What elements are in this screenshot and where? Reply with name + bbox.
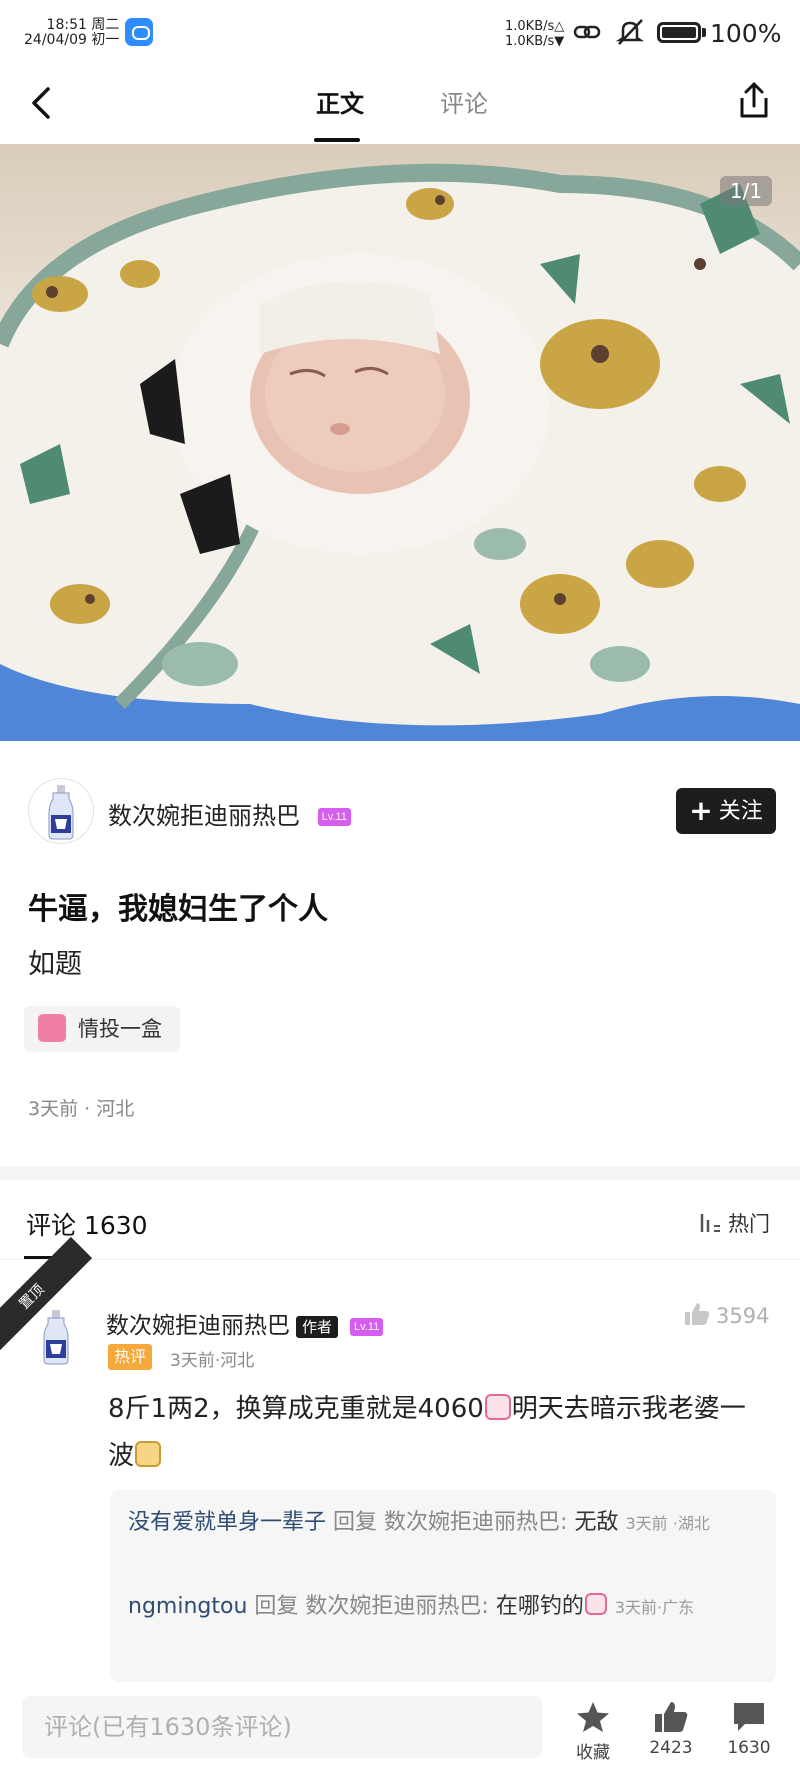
bottom-bar: 评论(已有1630条评论) 收藏 2423 1630 xyxy=(0,1690,800,1777)
reply-target: 数次婉拒迪丽热巴: xyxy=(384,1510,568,1535)
hot-comment-tag: 热评 xyxy=(108,1344,153,1370)
star-icon xyxy=(577,1702,609,1732)
like-count: 2423 xyxy=(649,1738,693,1758)
post-title: 牛逼，我媳妇生了个人 xyxy=(28,892,328,927)
reply-meta: 3天前·广东 xyxy=(614,1598,695,1617)
reply-list[interactable]: 没有爱就单身一辈子 回复 数次婉拒迪丽热巴: 无敌 3天前 ·湖北 ngming… xyxy=(110,1490,776,1682)
comment-meta: 3天前·河北 xyxy=(170,1351,255,1371)
reply-word: 回复 xyxy=(333,1510,378,1535)
tab-indicator xyxy=(314,138,360,142)
comments-count-title: 评论 1630 xyxy=(26,1211,148,1240)
link-icon xyxy=(573,25,601,39)
smile-emoji-icon xyxy=(584,1593,607,1615)
top-nav: 正文 评论 xyxy=(0,68,800,144)
follow-label: 关注 xyxy=(718,799,763,824)
follow-button[interactable]: + 关注 xyxy=(676,788,776,834)
comment-like-count: 3594 xyxy=(716,1304,770,1328)
blush-emoji-icon xyxy=(484,1393,511,1420)
topic-label: 情投一盒 xyxy=(78,1017,162,1041)
sort-toggle[interactable]: 热门 xyxy=(698,1208,770,1238)
mute-icon xyxy=(615,19,645,45)
commenter-level-badge: Lv.11 xyxy=(350,1317,384,1336)
reply-meta: 3天前 ·湖北 xyxy=(625,1514,710,1533)
back-icon[interactable] xyxy=(22,83,62,123)
reply-word: 回复 xyxy=(254,1594,299,1619)
comment-like-button[interactable]: 3594 xyxy=(684,1303,770,1329)
author-name-text: 数次婉拒迪丽热巴 xyxy=(108,802,300,830)
author-name[interactable]: 数次婉拒迪丽热巴 Lv.11 xyxy=(108,796,351,831)
sort-icon xyxy=(700,1214,720,1232)
reply-target: 数次婉拒迪丽热巴: xyxy=(305,1594,489,1619)
photo-counter: 1/1 xyxy=(720,176,772,206)
comment-text-part1: 8斤1两2，换算成克重就是4060 xyxy=(108,1394,484,1424)
collect-button[interactable]: 收藏 xyxy=(558,1700,628,1763)
section-divider xyxy=(0,1166,800,1180)
author-row: 数次婉拒迪丽热巴 Lv.11 + 关注 xyxy=(0,772,800,852)
reply-text: 在哪钓的 xyxy=(495,1594,584,1619)
battery-percent: 100% xyxy=(710,19,782,48)
commenter-avatar[interactable] xyxy=(24,1304,88,1368)
level-badge: Lv.11 xyxy=(317,808,351,826)
author-tag: 作者 xyxy=(296,1315,339,1338)
reply-text: 无敌 xyxy=(574,1510,619,1535)
plus-icon: + xyxy=(689,794,713,827)
net-down: 1.0KB/s▼ xyxy=(505,34,565,49)
topic-icon xyxy=(38,1014,66,1042)
commenter-name[interactable]: 数次婉拒迪丽热巴 作者 Lv.11 xyxy=(106,1306,384,1340)
tab-comments[interactable]: 评论 xyxy=(440,84,488,119)
battery-tip xyxy=(702,28,706,37)
status-date: 24/04/09 初一 xyxy=(24,32,120,48)
header-divider xyxy=(0,1259,800,1260)
collect-label: 收藏 xyxy=(576,1743,610,1763)
comment-input[interactable]: 评论(已有1630条评论) xyxy=(22,1696,542,1758)
reply-item[interactable]: 没有爱就单身一辈子 回复 数次婉拒迪丽热巴: 无敌 3天前 ·湖北 xyxy=(128,1506,768,1541)
topic-tag[interactable]: 情投一盒 xyxy=(24,1006,180,1052)
post-time-location: 3天前 · 河北 xyxy=(28,1098,135,1120)
like-button[interactable]: 2423 xyxy=(636,1700,706,1758)
comment-button[interactable]: 1630 xyxy=(714,1700,784,1758)
comment-text: 8斤1两2，换算成克重就是4060 明天去暗示我老婆一波 xyxy=(108,1386,768,1480)
reply-author[interactable]: 没有爱就单身一辈子 xyxy=(128,1510,326,1535)
network-speed: 1.0KB/s△ 1.0KB/s▼ xyxy=(505,19,564,49)
cat-emoji-icon xyxy=(135,1440,162,1467)
comments-header: 评论 1630 热门 xyxy=(0,1180,800,1260)
bottle-avatar-icon xyxy=(48,785,74,840)
baby-photo-illustration xyxy=(0,163,800,741)
status-time: 18:51 周二 24/04/09 初一 xyxy=(24,18,119,48)
status-clock: 18:51 周二 xyxy=(46,17,120,33)
status-bar: 18:51 周二 24/04/09 初一 1.0KB/s△ 1.0KB/s▼ 1… xyxy=(0,0,800,68)
share-icon[interactable] xyxy=(734,80,774,122)
post-photo[interactable]: 1/1 xyxy=(0,144,800,741)
comment-bubble-icon xyxy=(734,1703,764,1731)
author-avatar[interactable] xyxy=(28,778,94,844)
thumbs-up-icon xyxy=(655,1702,688,1732)
reply-item[interactable]: ngmingtou 回复 数次婉拒迪丽热巴: 在哪钓的 3天前·广东 xyxy=(128,1590,768,1625)
net-up: 1.0KB/s△ xyxy=(505,19,565,34)
sort-label: 热门 xyxy=(728,1212,770,1236)
app-icon xyxy=(125,18,153,46)
thumbs-up-icon xyxy=(685,1303,710,1325)
reply-author[interactable]: ngmingtou xyxy=(128,1594,247,1619)
commenter-name-text: 数次婉拒迪丽热巴 xyxy=(106,1313,290,1339)
comment-count: 1630 xyxy=(727,1738,771,1758)
battery-icon xyxy=(657,22,701,43)
post-body: 如题 xyxy=(28,949,82,980)
tab-content[interactable]: 正文 xyxy=(316,84,364,119)
